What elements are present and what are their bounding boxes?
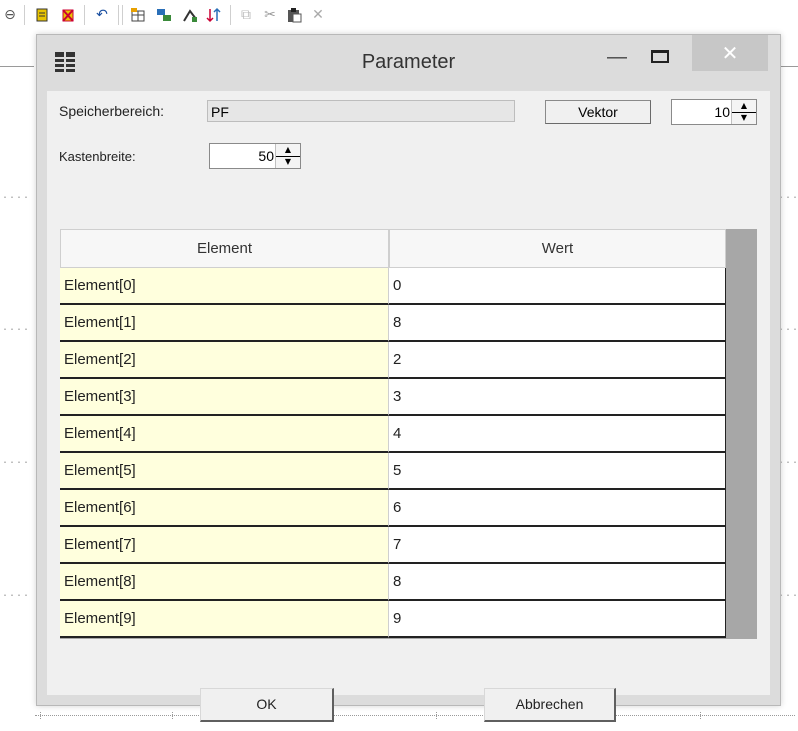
table-insert-icon[interactable] [130, 7, 146, 23]
canvas-dots: .... [2, 455, 31, 466]
toolbar-separator [122, 5, 123, 25]
canvas-ruler [35, 715, 795, 716]
sort-icon[interactable] [206, 7, 222, 23]
element-value-cell[interactable]: 9 [389, 601, 726, 638]
element-name-cell[interactable]: Element[2] [60, 342, 389, 379]
parameter-table: Element Wert Element[0] 0 Element[1] 8 E… [60, 229, 757, 639]
toolbar-separator [118, 5, 119, 25]
ruler-tick [700, 712, 702, 719]
canvas-dots: ... [778, 190, 798, 201]
bomb-icon[interactable] [60, 7, 76, 23]
element-name-cell[interactable]: Element[5] [60, 453, 389, 490]
ruler-tick [40, 712, 42, 719]
delete-icon[interactable]: ✕ [310, 7, 326, 23]
maximize-button[interactable] [651, 50, 669, 63]
element-value-cell[interactable]: 2 [389, 342, 726, 379]
parameter-dialog: Parameter — ✕ Speicherbereich: PF Vektor… [36, 34, 781, 722]
close-button[interactable]: ✕ [692, 35, 768, 71]
vector-count-spinner[interactable]: 10 ▲ ▼ [671, 99, 757, 125]
undo-icon[interactable]: ↶ [94, 7, 110, 23]
element-name-cell[interactable]: Element[1] [60, 305, 389, 342]
toolbar-separator [24, 5, 25, 25]
dialog-client-area: Speicherbereich: PF Vektor 10 ▲ ▼ Kasten… [47, 91, 770, 722]
column-header-element[interactable]: Element [60, 229, 389, 268]
ruler-tick [436, 712, 438, 719]
element-name-cell[interactable]: Element[9] [60, 601, 389, 638]
vector-button[interactable]: Vektor [545, 100, 651, 124]
main-toolbar: ⊖ ↶ ⧉ ✂ ✕ [0, 0, 798, 30]
cut-icon[interactable]: ✂ [262, 7, 278, 23]
paste-icon[interactable] [286, 7, 302, 23]
canvas-dots: .... [2, 190, 31, 201]
element-value-cell[interactable]: 6 [389, 490, 726, 527]
column-header-value[interactable]: Wert [389, 229, 726, 268]
toolbar-separator [230, 5, 231, 25]
element-value-cell[interactable]: 5 [389, 453, 726, 490]
element-name-cell[interactable]: Element[8] [60, 564, 389, 601]
vector-count-value: 10 [714, 104, 730, 120]
note-yellow-icon[interactable] [34, 7, 50, 23]
canvas-dots: .... [2, 588, 31, 599]
element-name-cell[interactable]: Element[6] [60, 490, 389, 527]
minimize-button[interactable]: — [605, 47, 629, 69]
element-name-cell[interactable]: Element[0] [60, 268, 389, 305]
element-value-cell[interactable]: 8 [389, 305, 726, 342]
memory-area-label: Speicherbereich: [59, 103, 165, 119]
route-icon[interactable] [182, 7, 198, 23]
table-scrollbar[interactable] [726, 229, 757, 639]
canvas-dots: ... [778, 455, 798, 466]
element-value-cell[interactable]: 3 [389, 379, 726, 416]
canvas-line [780, 66, 798, 67]
ruler-tick [172, 712, 174, 719]
spin-down-icon[interactable]: ▼ [276, 156, 300, 168]
title-bar[interactable]: Parameter — ✕ [37, 35, 780, 93]
toolbar-separator [84, 5, 85, 25]
box-width-label: Kastenbreite: [59, 149, 136, 164]
element-name-cell[interactable]: Element[3] [60, 379, 389, 416]
spinner-arrows[interactable]: ▲ ▼ [275, 144, 300, 168]
spin-down-icon[interactable]: ▼ [732, 112, 756, 124]
element-value-cell[interactable]: 4 [389, 416, 726, 453]
zoom-out-icon[interactable]: ⊖ [2, 7, 18, 23]
copy-blocks-icon[interactable] [156, 7, 172, 23]
element-name-cell[interactable]: Element[7] [60, 527, 389, 564]
element-name-cell[interactable]: Element[4] [60, 416, 389, 453]
memory-area-field[interactable]: PF [207, 100, 515, 122]
canvas-dots: ... [778, 322, 798, 333]
canvas-line [0, 66, 34, 67]
element-value-cell[interactable]: 0 [389, 268, 726, 305]
canvas-dots: ... [778, 588, 798, 599]
element-value-cell[interactable]: 7 [389, 527, 726, 564]
box-width-value: 50 [258, 148, 274, 164]
canvas-dots: .... [2, 322, 31, 333]
element-value-cell[interactable]: 8 [389, 564, 726, 601]
spinner-arrows[interactable]: ▲ ▼ [731, 100, 756, 124]
box-width-spinner[interactable]: 50 ▲ ▼ [209, 143, 301, 169]
ok-button[interactable]: OK [200, 688, 334, 722]
cancel-button[interactable]: Abbrechen [484, 688, 616, 722]
copy-icon[interactable]: ⧉ [238, 7, 254, 23]
